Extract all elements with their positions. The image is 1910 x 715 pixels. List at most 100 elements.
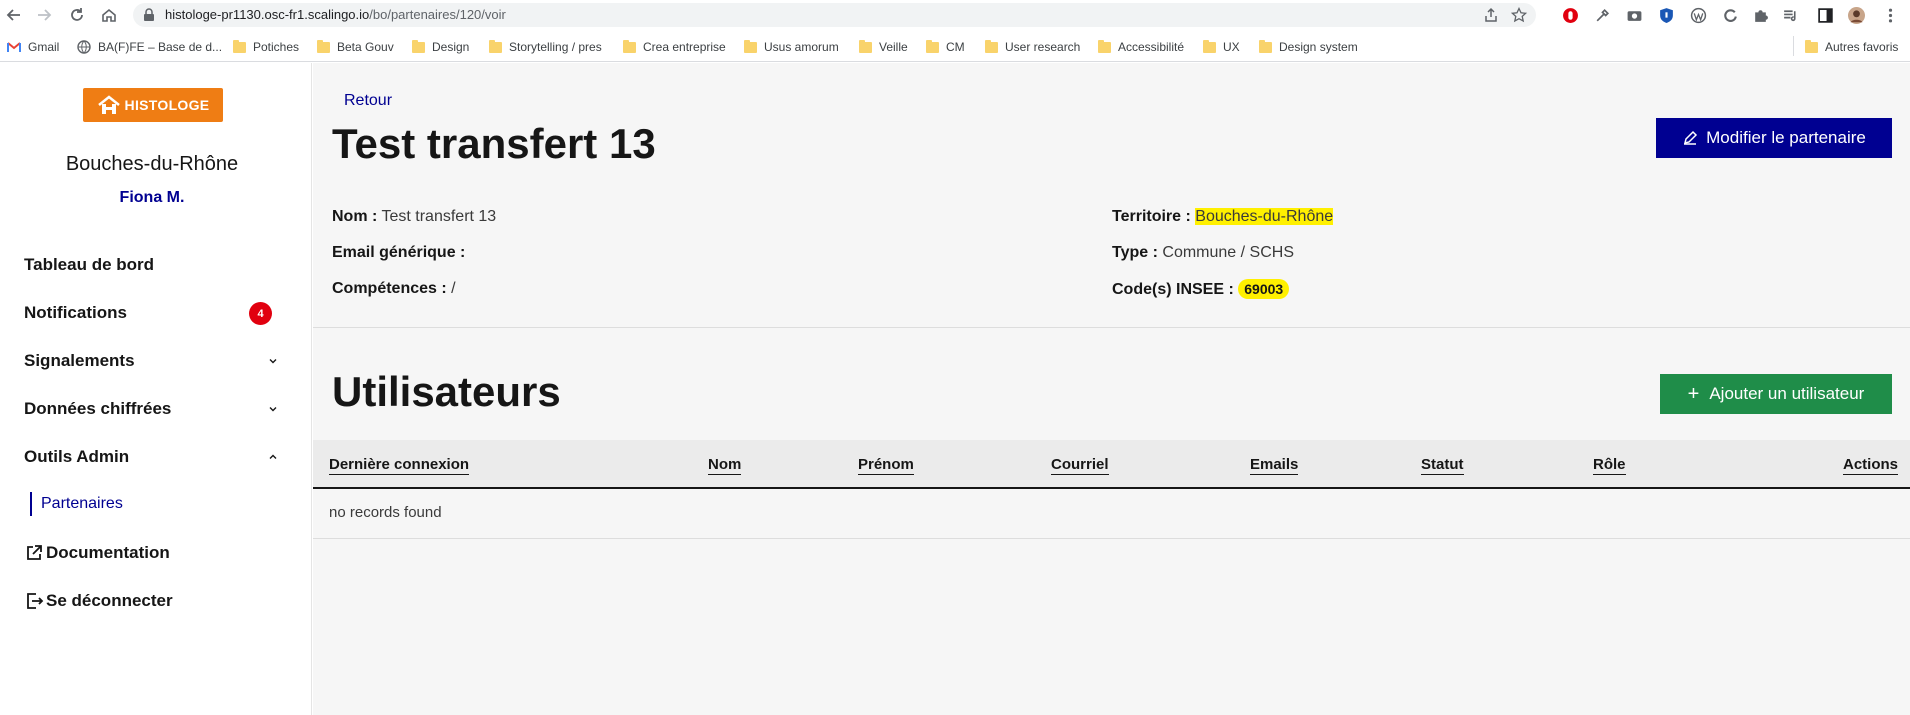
bookmark-user-research[interactable]: User research [985,38,1080,56]
column-statut[interactable]: Statut [1421,456,1464,475]
chevron-down-icon [269,407,277,412]
bookmark-potiches[interactable]: Potiches [233,38,299,56]
url-path: /bo/partenaires/120/voir [369,7,506,22]
bookmark-other-favorites[interactable]: Autres favoris [1805,38,1898,56]
users-section-title: Utilisateurs [332,368,561,415]
field-value: Bouches-du-Rhône [1195,208,1334,225]
bookmark-label: Storytelling / pres [509,40,602,54]
folder-icon [489,39,502,53]
bookmark-label: Crea entreprise [643,40,726,54]
bookmark-design[interactable]: Design [412,38,469,56]
bookmark-label: Autres favoris [1825,40,1899,54]
bookmarks-separator [1793,36,1794,56]
users-table-header: Dernière connexion Nom Prénom Courriel E… [313,440,1910,489]
field-competences: Compétences : / [332,280,456,298]
profile-avatar-icon[interactable] [1846,5,1866,25]
pencil-icon [1684,130,1698,145]
column-derniere-connexion[interactable]: Dernière connexion [329,456,470,475]
folder-icon [317,39,330,53]
button-label: Modifier le partenaire [1706,128,1866,147]
folder-icon [1203,39,1216,53]
field-email-generique: Email générique : [332,244,465,262]
bookmark-baffe[interactable]: BA(F)FE – Base de d... [77,38,222,56]
menu-documentation[interactable]: Documentation [24,541,279,565]
menu-label: Données chiffrées [24,399,172,418]
menu-partenaires[interactable]: Partenaires [30,492,123,516]
histologe-logo[interactable]: HISTOLOGE [83,88,223,122]
field-label: Compétences : [332,280,447,297]
column-prenom[interactable]: Prénom [858,456,914,475]
folder-icon [1098,39,1111,53]
chevron-down-icon [269,359,277,364]
menu-donnees-chiffrees[interactable]: Données chiffrées [24,397,279,421]
back-arrow-icon[interactable] [3,4,25,26]
reload-icon[interactable] [66,4,88,26]
bookmark-accessibilite[interactable]: Accessibilité [1098,38,1184,56]
menu-signalements[interactable]: Signalements [24,349,279,373]
bookmark-veille[interactable]: Veille [859,38,908,56]
bookmark-usus-amorum[interactable]: Usus amorum [744,38,839,56]
field-nom: Nom : Test transfert 13 [332,208,496,226]
url-host: histologe-pr1130.osc-fr1.scalingo.io [165,7,370,22]
bookmark-label: Potiches [253,40,300,54]
bookmark-crea-entreprise[interactable]: Crea entreprise [623,38,726,56]
menu-label: Notifications [24,303,127,322]
folder-icon [623,39,636,53]
user-name: Fiona M. [119,189,185,206]
side-panel-icon[interactable] [1815,5,1835,25]
bookmark-label: Design [432,40,470,54]
refresh-extension-icon[interactable] [1720,5,1740,25]
menu-logout[interactable]: Se déconnecter [24,589,279,613]
plus-icon: + [1687,383,1700,405]
wordpress-extension-icon[interactable] [1688,5,1708,25]
column-nom[interactable]: Nom [708,456,742,475]
home-icon[interactable] [98,4,120,26]
menu-tableau-de-bord[interactable]: Tableau de bord [24,253,279,277]
add-user-button[interactable]: + Ajouter un utilisateur [1660,374,1892,414]
column-emails[interactable]: Emails [1250,456,1299,475]
camera-extension-icon[interactable] [1624,5,1644,25]
bookmark-storytelling[interactable]: Storytelling / pres [489,38,602,56]
bookmark-label: User research [1005,40,1081,54]
puzzle-extensions-icon[interactable] [1750,5,1770,25]
forward-arrow-icon[interactable] [33,4,55,26]
folder-icon [744,39,757,53]
star-icon[interactable] [1511,7,1527,23]
column-courriel[interactable]: Courriel [1051,456,1109,475]
field-label: Email générique : [332,244,466,261]
column-actions[interactable]: Actions [1843,456,1899,475]
menu-outils-admin[interactable]: Outils Admin [24,445,279,469]
eyedropper-extension-icon[interactable] [1592,5,1612,25]
bookmark-cm[interactable]: CM [926,38,965,56]
browser-menu-icon[interactable] [1880,5,1900,25]
bookmark-beta-gouv[interactable]: Beta Gouv [317,38,394,56]
address-bar[interactable]: histologe-pr1130.osc-fr1.scalingo.io/bo/… [133,3,1536,27]
shield-extension-icon[interactable] [1656,5,1676,25]
bookmark-label: Beta Gouv [337,40,394,54]
field-label: Code(s) INSEE : [1112,281,1234,298]
lock-icon [144,8,154,21]
logo-text: HISTOLOGE [124,97,210,113]
bookmark-label: Design system [1279,40,1358,54]
chevron-up-icon [269,454,277,459]
folder-icon [859,39,872,53]
edit-partner-button[interactable]: Modifier le partenaire [1656,118,1892,158]
field-label: Type : [1112,244,1158,261]
bookmark-gmail[interactable]: Gmail [7,38,59,56]
bookmark-label: Gmail [28,40,60,54]
share-icon[interactable] [1483,7,1499,23]
column-role[interactable]: Rôle [1593,456,1626,475]
bookmark-label: Usus amorum [764,40,839,54]
folder-icon [985,39,998,53]
media-queue-icon[interactable] [1780,5,1800,25]
back-link[interactable]: Retour [344,92,392,110]
adblock-extension-icon[interactable] [1560,5,1580,25]
page-title: Test transfert 13 [332,120,656,167]
field-type: Type : Commune / SCHS [1112,244,1294,262]
menu-notifications[interactable]: Notifications 4 [24,301,279,325]
logout-icon [27,593,44,609]
field-value: / [451,280,456,297]
bookmark-design-system[interactable]: Design system [1259,38,1358,56]
bookmark-ux[interactable]: UX [1203,38,1240,56]
globe-icon [77,40,91,54]
